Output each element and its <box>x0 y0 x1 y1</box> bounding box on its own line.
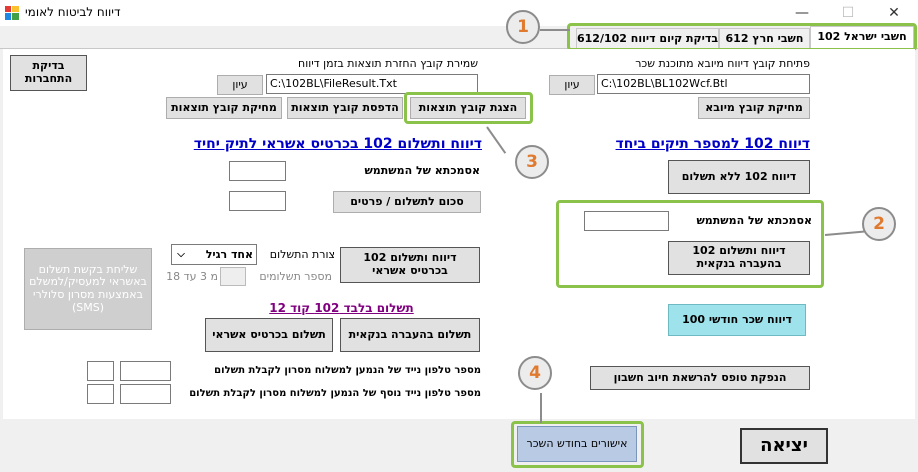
phone2-label: מספר טלפון נייד נוסף של הנמען למשלוח מסר… <box>189 388 481 399</box>
browse-results-button[interactable]: עיון <box>217 75 263 95</box>
personal-file-heading: דיווח 102 למספר תיקים ביחד <box>615 136 810 152</box>
exit-button[interactable]: יציאה <box>740 428 828 464</box>
minimize-icon[interactable]: — <box>788 2 816 24</box>
installments-input[interactable] <box>220 267 246 286</box>
payment-only-heading: תשלום בלבד 102 קוד 12 <box>269 301 414 315</box>
phone-label: מספר טלפון נייד של הנמען למשלוח מסרון לק… <box>214 365 481 376</box>
debit-form-button[interactable]: הנפקת טופס להרשאת חיוב חשבון <box>590 366 810 390</box>
callout-1: 1 <box>506 10 540 44</box>
window-title: דיווח לביטוח לאומי <box>25 5 121 19</box>
callout-3: 3 <box>515 145 549 179</box>
payment-form-select[interactable]: ⌵ אחד רגיל <box>171 244 257 265</box>
check-connection-button[interactable]: בדיקת התחברות <box>10 55 87 91</box>
browse-import-button[interactable]: עיון <box>549 75 595 95</box>
installments-label: מספר תשלומים <box>259 270 332 283</box>
print-results-button[interactable]: הדפסת קובץ תוצאות <box>287 97 403 119</box>
credit-user-ref-input[interactable] <box>229 161 286 181</box>
amount-input[interactable] <box>229 191 286 211</box>
callout-1-line <box>540 29 570 31</box>
sms-request-button[interactable]: שליחת בקשת תשלום באשראי למעסיק/למשלם באמ… <box>24 248 152 330</box>
highlight-approvals <box>511 421 644 468</box>
phone-prefix-input[interactable] <box>87 361 114 381</box>
payment-form-label: צורת התשלום <box>269 248 335 261</box>
phone-input[interactable] <box>120 361 171 381</box>
delete-import-button[interactable]: מחיקת קובץ מיובא <box>698 97 810 119</box>
payment-form-value: אחד רגיל <box>205 248 253 261</box>
app-icon <box>5 6 19 20</box>
callout-4: 4 <box>518 356 552 390</box>
delete-results-button[interactable]: מחיקת קובץ תוצאות <box>166 97 282 119</box>
chevron-down-icon: ⌵ <box>177 249 185 260</box>
credit-section-heading: דיווח ותשלום 102 בכרטיס אשראי לתיק יחיד <box>193 136 482 152</box>
highlight-show-results <box>404 92 533 124</box>
credit-card-payment-button[interactable]: תשלום בכרטיס אשראי <box>205 318 333 352</box>
amount-details-button[interactable]: סכום לתשלום / פרטים <box>333 191 481 213</box>
phone2-input[interactable] <box>120 384 171 404</box>
result-path-input[interactable]: C:\102BL\FileResult.Txt <box>266 74 478 94</box>
import-path-input[interactable]: C:\102BL\BL102Wcf.Btl <box>597 74 810 94</box>
bank-report-button[interactable]: דיווח ותשלום 102 בהעברה בנקאית <box>668 241 810 275</box>
save-results-label: שמירת קובץ החזרת תוצאות בזמן דיווח <box>298 57 478 70</box>
maximize-icon[interactable]: ☐ <box>834 2 862 24</box>
report-credit-button[interactable]: דיווח ותשלום 102 בכרטיס אשראי <box>340 247 480 283</box>
bank-transfer-payment-button[interactable]: תשלום בהעברה בנקאית <box>340 318 480 352</box>
callout-4-line <box>540 393 542 423</box>
no-payment-report-button[interactable]: דיווח 102 ללא תשלום <box>668 160 810 194</box>
callout-2: 2 <box>862 207 896 241</box>
open-import-label: פתיחת קובץ דיווח מיובא מתוכנת שכר <box>635 57 810 70</box>
installments-hint: מ 3 עד 18 <box>166 270 218 283</box>
highlight-tabs <box>567 23 917 51</box>
personal-user-ref-label: אסמכתא של המשתמש <box>696 214 812 227</box>
phone2-prefix-input[interactable] <box>87 384 114 404</box>
monthly-salary-button[interactable]: דיווח שכר חודשי 100 <box>668 304 806 336</box>
close-icon[interactable]: ✕ <box>880 2 908 24</box>
personal-user-ref-input[interactable] <box>584 211 669 231</box>
credit-user-ref-label: אסמכתא של המשתמש <box>364 164 480 177</box>
